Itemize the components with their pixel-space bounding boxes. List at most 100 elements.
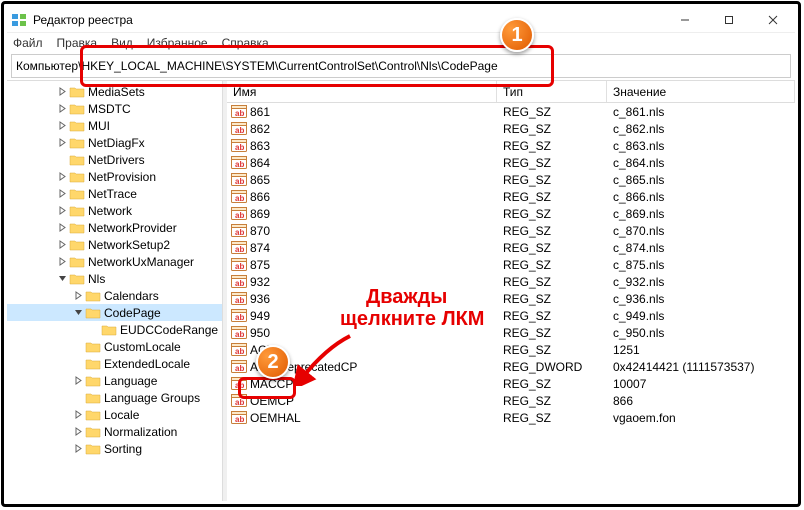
list-row[interactable]: ab864REG_SZc_864.nls xyxy=(227,154,795,171)
address-bar[interactable]: Компьютер\HKEY_LOCAL_MACHINE\SYSTEM\Curr… xyxy=(11,54,791,78)
svg-text:ab: ab xyxy=(235,126,244,135)
tree-item[interactable]: Normalization xyxy=(7,423,222,440)
list-row[interactable]: ab863REG_SZc_863.nls xyxy=(227,137,795,154)
tree-item[interactable]: MediaSets xyxy=(7,83,222,100)
tree-item[interactable]: NetTrace xyxy=(7,185,222,202)
chevron-right-icon[interactable] xyxy=(71,410,85,419)
svg-text:ab: ab xyxy=(235,245,244,254)
tree-item[interactable]: NetworkUxManager xyxy=(7,253,222,270)
menu-favorites[interactable]: Избранное xyxy=(147,36,208,50)
reg-string-icon: ab xyxy=(231,155,247,170)
chevron-right-icon[interactable] xyxy=(71,376,85,385)
list-row[interactable]: ab936REG_SZc_936.nls xyxy=(227,290,795,307)
tree-item[interactable]: NetworkSetup2 xyxy=(7,236,222,253)
tree-item[interactable]: CodePage xyxy=(7,304,222,321)
svg-text:ab: ab xyxy=(235,381,244,390)
menu-help[interactable]: Справка xyxy=(222,36,269,50)
chevron-right-icon[interactable] xyxy=(71,291,85,300)
folder-icon xyxy=(85,340,101,354)
chevron-right-icon[interactable] xyxy=(55,257,69,266)
value-name: 861 xyxy=(250,105,270,119)
list-row[interactable]: ab932REG_SZc_932.nls xyxy=(227,273,795,290)
chevron-right-icon[interactable] xyxy=(55,240,69,249)
tree-item[interactable]: Language Groups xyxy=(7,389,222,406)
list-body[interactable]: ab861REG_SZc_861.nlsab862REG_SZc_862.nls… xyxy=(227,103,795,501)
tree[interactable]: MediaSets MSDTC MUINetDiagFxNetDriversNetP… xyxy=(7,81,222,501)
tree-item[interactable]: NetDiagFx xyxy=(7,134,222,151)
value-type: REG_SZ xyxy=(497,275,607,289)
list-row[interactable]: ab865REG_SZc_865.nls xyxy=(227,171,795,188)
list-row[interactable]: ab875REG_SZc_875.nls xyxy=(227,256,795,273)
tree-item[interactable]: Nls xyxy=(7,270,222,287)
tree-item[interactable]: NetworkProvider xyxy=(7,219,222,236)
list-row[interactable]: ab950REG_SZc_950.nls xyxy=(227,324,795,341)
tree-item[interactable]: NetDrivers xyxy=(7,151,222,168)
chevron-down-icon[interactable] xyxy=(55,274,69,283)
reg-string-icon: ab xyxy=(231,223,247,238)
tree-item[interactable]: Calendars xyxy=(7,287,222,304)
tree-item[interactable]: MSDTC xyxy=(7,100,222,117)
chevron-right-icon[interactable] xyxy=(55,206,69,215)
value-data: 866 xyxy=(607,394,795,408)
chevron-right-icon[interactable] xyxy=(55,223,69,232)
chevron-right-icon[interactable] xyxy=(55,172,69,181)
value-name: 865 xyxy=(250,173,270,187)
column-type[interactable]: Тип xyxy=(497,81,607,102)
list-row[interactable]: ab870REG_SZc_870.nls xyxy=(227,222,795,239)
chevron-right-icon[interactable] xyxy=(55,189,69,198)
list-row[interactable]: ab862REG_SZc_862.nls xyxy=(227,120,795,137)
chevron-right-icon[interactable] xyxy=(55,104,69,113)
chevron-right-icon[interactable] xyxy=(71,444,85,453)
tree-item[interactable]: MUI xyxy=(7,117,222,134)
list-row[interactable]: ab866REG_SZc_866.nls xyxy=(227,188,795,205)
value-type: REG_SZ xyxy=(497,156,607,170)
column-name[interactable]: Имя xyxy=(227,81,497,102)
chevron-right-icon[interactable] xyxy=(55,87,69,96)
tree-item[interactable]: Network xyxy=(7,202,222,219)
value-name: 862 xyxy=(250,122,270,136)
folder-icon xyxy=(101,323,117,337)
value-data: c_865.nls xyxy=(607,173,795,187)
value-type: REG_SZ xyxy=(497,326,607,340)
close-button[interactable] xyxy=(751,7,795,32)
tree-item[interactable]: Locale xyxy=(7,406,222,423)
chevron-right-icon[interactable] xyxy=(55,138,69,147)
folder-icon xyxy=(85,374,101,388)
tree-item[interactable]: NetProvision xyxy=(7,168,222,185)
tree-item[interactable]: EUDCCodeRange xyxy=(7,321,222,338)
list-row[interactable]: abMACCPREG_SZ10007 xyxy=(227,375,795,392)
tree-item-label: Language xyxy=(104,374,157,388)
titlebar[interactable]: Редактор реестра xyxy=(7,7,795,33)
menu-edit[interactable]: Правка xyxy=(57,36,98,50)
tree-item[interactable]: CustomLocale xyxy=(7,338,222,355)
column-value[interactable]: Значение xyxy=(607,81,795,102)
menu-file[interactable]: Файл xyxy=(13,36,43,50)
tree-item[interactable]: Sorting xyxy=(7,440,222,457)
list-row[interactable]: abACPREG_SZ1251 xyxy=(227,341,795,358)
reg-string-icon: ab xyxy=(231,291,247,306)
list-row[interactable]: abOEMHALREG_SZvgaoem.fon xyxy=(227,409,795,426)
menu-view[interactable]: Вид xyxy=(111,36,133,50)
list-row[interactable]: ab869REG_SZc_869.nls xyxy=(227,205,795,222)
tree-item-label: CustomLocale xyxy=(104,340,181,354)
list-row[interactable]: abAllowDeprecatedCPREG_DWORD0x42414421 (… xyxy=(227,358,795,375)
maximize-button[interactable] xyxy=(707,7,751,32)
tree-item-label: MSDTC xyxy=(88,102,131,116)
tree-item[interactable]: ExtendedLocale xyxy=(7,355,222,372)
svg-text:ab: ab xyxy=(235,398,244,407)
reg-string-icon: ab xyxy=(231,257,247,272)
list-row[interactable]: ab861REG_SZc_861.nls xyxy=(227,103,795,120)
value-type: REG_SZ xyxy=(497,190,607,204)
list-row[interactable]: ab949REG_SZc_949.nls xyxy=(227,307,795,324)
svg-text:ab: ab xyxy=(235,109,244,118)
value-data: c_863.nls xyxy=(607,139,795,153)
chevron-right-icon[interactable] xyxy=(71,427,85,436)
chevron-down-icon[interactable] xyxy=(71,308,85,317)
list-row[interactable]: abOEMCPREG_SZ866 xyxy=(227,392,795,409)
tree-item-label: MUI xyxy=(88,119,110,133)
minimize-button[interactable] xyxy=(663,7,707,32)
tree-item[interactable]: Language xyxy=(7,372,222,389)
list-row[interactable]: ab874REG_SZc_874.nls xyxy=(227,239,795,256)
annotation-text-2: щелкните ЛКМ xyxy=(340,308,484,330)
chevron-right-icon[interactable] xyxy=(55,121,69,130)
